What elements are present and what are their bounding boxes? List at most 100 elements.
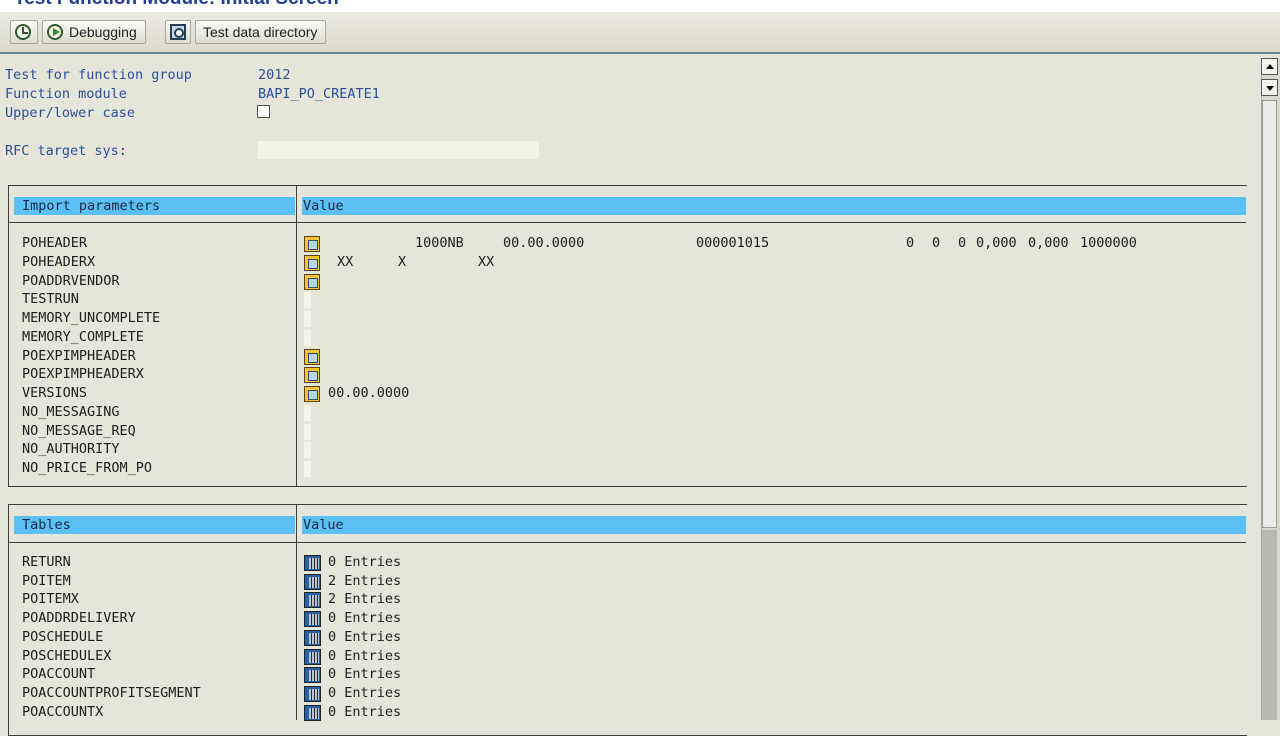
function-group-value: 2012 [258, 67, 291, 83]
table-entries-icon[interactable] [304, 592, 321, 608]
column-divider [296, 185, 297, 486]
import-param-name: MEMORY_COMPLETE [22, 329, 144, 345]
table-entries-count: 0 Entries [328, 648, 402, 664]
table-entries-icon[interactable] [304, 686, 321, 702]
table-entries-icon[interactable] [304, 667, 321, 683]
table-param-name: POITEMX [22, 591, 79, 607]
import-value-field[interactable] [304, 461, 311, 477]
import-param-value: 1000NB [415, 235, 464, 251]
table-entries-count: 0 Entries [328, 704, 402, 720]
table-param-name: POACCOUNT [22, 666, 96, 682]
table-param-name: POACCOUNTPROFITSEGMENT [22, 685, 201, 701]
debugging-button[interactable]: Debugging [42, 20, 146, 44]
structure-edit-icon[interactable] [304, 255, 320, 271]
import-param-name: MEMORY_UNCOMPLETE [22, 310, 161, 326]
import-param-value: 0 [958, 235, 967, 251]
import-value-field[interactable] [304, 330, 311, 346]
import-param-name: NO_MESSAGE_REQ [22, 423, 136, 439]
table-param-name: POSCHEDULEX [22, 648, 112, 664]
debug-run-icon [47, 24, 63, 40]
import-param-value: 0,000 [976, 235, 1017, 251]
import-value-field[interactable] [304, 311, 311, 327]
import-parameters-frame [8, 185, 1247, 487]
import-param-value: 1000000 [1080, 235, 1137, 251]
import-param-name: TESTRUN [22, 291, 79, 307]
debugging-label: Debugging [69, 24, 137, 40]
rfc-target-label: RFC target sys: [5, 143, 127, 159]
table-entries-count: 0 Entries [328, 629, 402, 645]
import-param-value: 00.00.0000 [503, 235, 585, 251]
table-entries-count: 2 Entries [328, 591, 402, 607]
import-value-header: Value [302, 197, 1246, 215]
structure-edit-icon[interactable] [304, 367, 320, 383]
clock-execute-icon [15, 24, 31, 40]
magnifier-icon [170, 24, 186, 40]
structure-edit-icon[interactable] [304, 274, 320, 290]
table-param-name: POITEM [22, 573, 71, 589]
find-button[interactable] [165, 20, 191, 44]
table-param-name: POACCOUNTX [22, 704, 104, 720]
function-group-label: Test for function group [5, 67, 192, 83]
table-entries-count: 0 Entries [328, 554, 402, 570]
import-param-value: 000001015 [696, 235, 770, 251]
window-title-bar: Test Function Module: Initial Screen [0, 0, 1280, 12]
scroll-track-lower[interactable] [1262, 530, 1277, 720]
table-param-name: POSCHEDULE [22, 629, 104, 645]
function-module-value: BAPI_PO_CREATE1 [258, 86, 380, 102]
structure-edit-icon[interactable] [304, 386, 320, 402]
import-param-name: POEXPIMPHEADERX [22, 366, 144, 382]
table-entries-count: 0 Entries [328, 685, 402, 701]
import-param-value: XX [337, 254, 354, 270]
import-param-name: POEXPIMPHEADER [22, 348, 136, 364]
import-param-name: NO_MESSAGING [22, 404, 120, 420]
import-param-name: VERSIONS [22, 385, 88, 401]
header-separator [9, 542, 1246, 543]
scroll-down-icon[interactable] [1261, 79, 1278, 96]
rfc-target-input[interactable] [258, 141, 539, 159]
table-entries-icon[interactable] [304, 555, 321, 571]
import-param-name: NO_AUTHORITY [22, 441, 120, 457]
table-param-name: RETURN [22, 554, 71, 570]
import-param-value: 0 [906, 235, 915, 251]
import-param-name: POADDRVENDOR [22, 273, 120, 289]
table-entries-count: 2 Entries [328, 573, 402, 589]
tables-header: Tables [14, 516, 295, 534]
import-value-field[interactable] [304, 405, 311, 421]
table-entries-icon[interactable] [304, 705, 321, 721]
structure-edit-icon[interactable] [304, 236, 320, 252]
test-data-directory-label: Test data directory [203, 24, 318, 40]
table-entries-icon[interactable] [304, 611, 321, 627]
table-entries-icon[interactable] [304, 649, 321, 665]
import-param-value: 0,000 [1028, 235, 1069, 251]
import-param-value: 0 [932, 235, 941, 251]
window-title: Test Function Module: Initial Screen [14, 0, 339, 10]
header-separator [9, 222, 1246, 223]
import-value-field[interactable] [304, 442, 311, 458]
tables-value-header: Value [302, 516, 1246, 534]
import-param-value: XX [478, 254, 495, 270]
table-entries-icon[interactable] [304, 574, 321, 590]
upper-lower-case-checkbox[interactable] [257, 105, 270, 118]
import-param-name: NO_PRICE_FROM_PO [22, 460, 153, 476]
scroll-thumb[interactable] [1262, 100, 1277, 528]
scroll-up-icon[interactable] [1261, 58, 1278, 75]
import-param-value: 00.00.0000 [328, 385, 410, 401]
import-param-name: POHEADER [22, 235, 88, 251]
table-entries-count: 0 Entries [328, 610, 402, 626]
table-param-name: POADDRDELIVERY [22, 610, 136, 626]
import-param-value: X [398, 254, 407, 270]
test-data-directory-button[interactable]: Test data directory [195, 20, 327, 44]
import-param-name: POHEADERX [22, 254, 96, 270]
import-parameters-header: Import parameters [14, 197, 295, 215]
tables-frame [8, 504, 1247, 736]
table-entries-count: 0 Entries [328, 666, 402, 682]
function-module-label: Function module [5, 86, 127, 102]
import-value-field[interactable] [304, 292, 311, 308]
column-divider [296, 504, 297, 720]
table-entries-icon[interactable] [304, 630, 321, 646]
application-toolbar: Debugging Test data directory [0, 12, 1280, 54]
upper-lower-case-label: Upper/lower case [5, 105, 136, 121]
structure-edit-icon[interactable] [304, 349, 320, 365]
import-value-field[interactable] [304, 424, 311, 440]
execute-button[interactable] [10, 20, 38, 44]
